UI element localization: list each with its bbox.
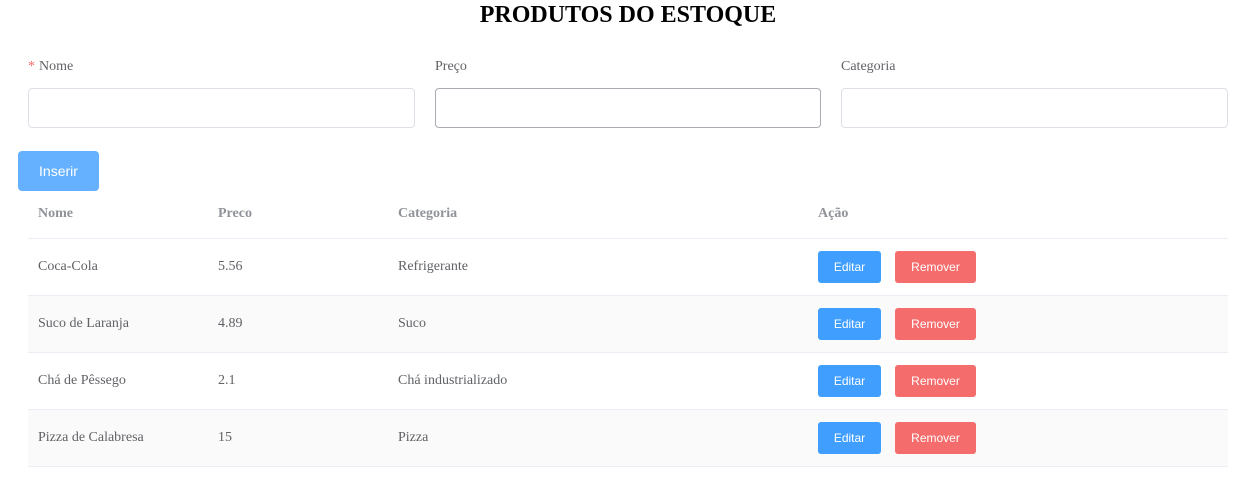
- nome-label-text: Nome: [39, 59, 74, 74]
- cell-nome: Suco de Laranja: [28, 295, 208, 353]
- required-asterisk: *: [28, 59, 35, 74]
- cell-acao: Editar Remover: [808, 352, 1228, 410]
- categoria-label: Categoria: [841, 59, 896, 74]
- header-nome: Nome: [28, 190, 208, 239]
- cell-categoria: Suco: [388, 295, 808, 353]
- cell-preco: 5.56: [208, 238, 388, 296]
- header-preco: Preco: [208, 190, 388, 239]
- page-title: PRODUTOS DO ESTOQUE: [479, 2, 777, 28]
- edit-button[interactable]: Editar: [818, 365, 881, 397]
- cell-nome: Pizza de Calabresa: [28, 409, 208, 467]
- cell-acao: Editar Remover: [808, 409, 1228, 467]
- table-row: Suco de Laranja 4.89 Suco Editar Remover: [28, 295, 1228, 353]
- cell-nome: Chá de Pêssego: [28, 352, 208, 410]
- edit-button[interactable]: Editar: [818, 422, 881, 454]
- table-row: Chá de Pêssego 2.1 Chá industrializado E…: [28, 352, 1228, 410]
- cell-categoria: Chá industrializado: [388, 352, 808, 410]
- header-categoria: Categoria: [388, 190, 808, 239]
- remove-button[interactable]: Remover: [895, 422, 976, 454]
- remove-button[interactable]: Remover: [895, 251, 976, 283]
- header-acao: Ação: [808, 190, 1228, 239]
- preco-input[interactable]: [435, 88, 821, 128]
- products-table: Nome Preco Categoria Ação Coca-Cola 5.56…: [28, 190, 1228, 467]
- cell-preco: 2.1: [208, 352, 388, 410]
- cell-categoria: Refrigerante: [388, 238, 808, 296]
- categoria-input[interactable]: [841, 88, 1228, 128]
- edit-button[interactable]: Editar: [818, 308, 881, 340]
- cell-categoria: Pizza: [388, 409, 808, 467]
- cell-acao: Editar Remover: [808, 295, 1228, 353]
- cell-preco: 15: [208, 409, 388, 467]
- cell-nome: Coca-Cola: [28, 238, 208, 296]
- cell-preco: 4.89: [208, 295, 388, 353]
- edit-button[interactable]: Editar: [818, 251, 881, 283]
- preco-label: Preço: [435, 59, 467, 74]
- remove-button[interactable]: Remover: [895, 365, 976, 397]
- table-row: Pizza de Calabresa 15 Pizza Editar Remove…: [28, 409, 1228, 467]
- cell-acao: Editar Remover: [808, 238, 1228, 296]
- nome-input[interactable]: [28, 88, 415, 128]
- table-row: Coca-Cola 5.56 Refrigerante Editar Remove…: [28, 238, 1228, 296]
- nome-label: * Nome: [28, 59, 73, 75]
- table-header-row: Nome Preco Categoria Ação: [28, 190, 1228, 239]
- remove-button[interactable]: Remover: [895, 308, 976, 340]
- insert-button[interactable]: Inserir: [18, 151, 99, 191]
